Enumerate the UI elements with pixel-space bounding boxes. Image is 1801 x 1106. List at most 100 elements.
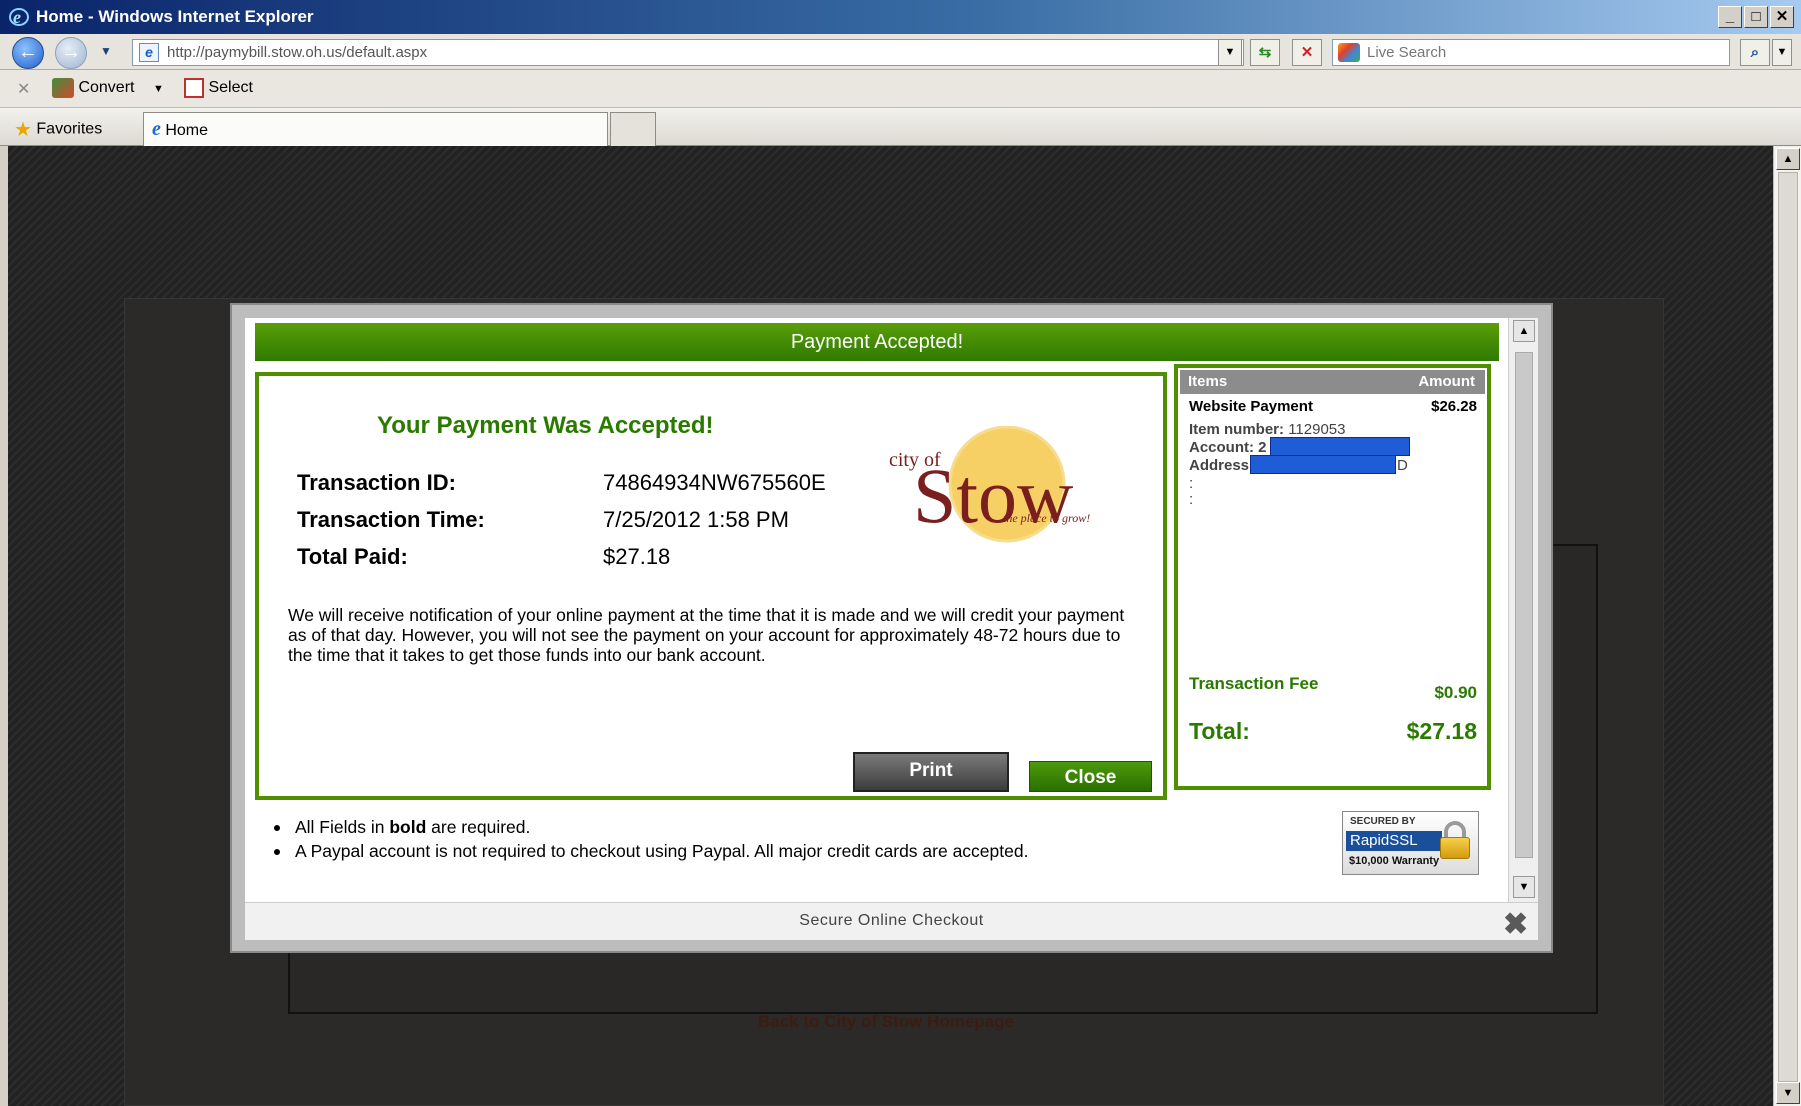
item-name: Website Payment <box>1189 398 1313 415</box>
item-number-label: Item number: <box>1189 421 1285 438</box>
list-item: A Paypal account is not required to chec… <box>265 839 1028 863</box>
favorites-bar: ★ Favorites e Home <box>0 108 1801 146</box>
url-dropdown-button[interactable]: ▼ <box>1218 39 1242 66</box>
print-button[interactable]: Print <box>853 752 1009 792</box>
lock-icon <box>1438 821 1474 859</box>
logo-stow: Stow <box>913 452 1073 539</box>
stop-button[interactable]: ✕ <box>1292 39 1322 66</box>
rapidssl-badge[interactable]: SECURED BY RapidSSL $10,000 Warranty <box>1342 811 1479 875</box>
refresh-button[interactable]: ⇆ <box>1250 39 1280 66</box>
select-button[interactable]: Select <box>184 78 253 98</box>
forward-button[interactable]: → <box>55 37 87 69</box>
url-text: http://paymybill.stow.oh.us/default.aspx <box>167 44 428 61</box>
search-button[interactable]: ⌕ <box>1740 39 1770 66</box>
stop-icon: ✕ <box>1300 44 1314 61</box>
search-placeholder: Live Search <box>1367 44 1447 61</box>
city-of-stow-logo: city of Stow the place to grow! <box>889 426 1090 543</box>
payment-notice: We will receive notification of your onl… <box>288 605 1125 665</box>
order-summary-panel: Items Amount Website Payment $26.28 Item… <box>1174 364 1491 790</box>
total-amount: $27.18 <box>1406 718 1477 744</box>
search-options-button[interactable]: ▼ <box>1772 39 1792 66</box>
col-items: Items <box>1188 373 1228 390</box>
modal-scroll-down[interactable]: ▼ <box>1513 876 1535 898</box>
transaction-id-value: 74864934NW675560E <box>603 470 826 495</box>
convert-icon <box>52 78 74 98</box>
footer-text: Secure Online Checkout <box>799 912 984 929</box>
back-arrow-icon: ← <box>18 41 38 63</box>
address-suffix: D <box>1397 457 1408 474</box>
bullet-2: A Paypal account is not required to chec… <box>295 841 1029 861</box>
scroll-down-button[interactable]: ▼ <box>1776 1082 1800 1104</box>
bullet-1-post: are required. <box>426 817 531 837</box>
bullet-1-pre: All Fields in <box>295 817 390 837</box>
close-x-icon[interactable]: ✕ <box>17 79 30 99</box>
close-window-button[interactable]: ✕ <box>1770 6 1794 28</box>
transaction-time-label: Transaction Time: <box>297 507 485 532</box>
history-dropdown-icon[interactable]: ▼ <box>100 44 112 58</box>
convert-dropdown-icon[interactable]: ▼ <box>153 83 164 95</box>
item-number-row: Item number: 1129053 <box>1189 421 1345 438</box>
favorites-star-icon: ★ <box>14 119 32 141</box>
transaction-time-value: 7/25/2012 1:58 PM <box>603 507 789 532</box>
ssl-warranty: $10,000 Warranty <box>1349 855 1440 867</box>
search-input[interactable]: Live Search <box>1332 39 1730 66</box>
account-label: Account: 2 <box>1189 439 1267 456</box>
back-button[interactable]: ← <box>12 37 44 69</box>
scroll-thumb[interactable] <box>1778 172 1798 1082</box>
window-title: Home - Windows Internet Explorer <box>36 7 314 26</box>
logo-tagline: the place to grow! <box>1003 511 1090 525</box>
convert-button[interactable]: Convert ▼ <box>52 78 164 98</box>
scroll-up-button[interactable]: ▲ <box>1776 148 1800 170</box>
back-to-homepage-link[interactable]: Back to City of Stow Homepage <box>758 1012 1014 1032</box>
total-label: Total: <box>1189 718 1250 744</box>
summary-header: Items Amount <box>1180 370 1485 394</box>
transaction-id-label: Transaction ID: <box>297 470 456 495</box>
maximize-button[interactable]: □ <box>1744 6 1768 28</box>
page-scrollbar[interactable]: ▲ ▼ <box>1773 146 1801 1106</box>
ssl-secured-by: SECURED BY <box>1350 816 1416 827</box>
address-redaction <box>1250 455 1396 474</box>
col-amount: Amount <box>1418 373 1475 390</box>
new-tab-button[interactable] <box>610 112 656 146</box>
url-field[interactable]: e http://paymybill.stow.oh.us/default.as… <box>132 39 1244 66</box>
favorites-button[interactable]: ★ Favorites <box>14 117 102 142</box>
minimize-button[interactable]: _ <box>1718 6 1742 28</box>
account-redaction <box>1270 437 1410 456</box>
payment-modal: Payment Accepted! Your Payment Was Accep… <box>230 303 1553 953</box>
close-button[interactable]: Close <box>1029 761 1152 792</box>
tab-ie-icon: e <box>152 118 161 140</box>
modal-content: Payment Accepted! Your Payment Was Accep… <box>245 318 1538 942</box>
item-number-value: 1129053 <box>1288 421 1346 438</box>
select-icon <box>184 78 204 98</box>
ssl-brand: RapidSSL <box>1346 831 1442 851</box>
ie-logo-icon: e <box>9 7 29 27</box>
modal-close-icon[interactable]: ✖ <box>1503 907 1528 942</box>
receipt-title: Your Payment Was Accepted! <box>377 412 714 439</box>
transaction-fee-amount: $0.90 <box>1434 683 1477 702</box>
total-paid-value: $27.18 <box>603 544 671 569</box>
total-paid-label: Total Paid: <box>297 544 408 569</box>
svg-text:e: e <box>13 7 21 27</box>
convert-label: Convert <box>78 79 135 97</box>
address-label: Address <box>1189 457 1250 474</box>
address-line-2: : <box>1189 475 1194 492</box>
modal-scroll-thumb[interactable] <box>1515 352 1533 858</box>
favorites-label: Favorites <box>36 120 103 138</box>
transaction-fee-label: Transaction Fee <box>1189 674 1319 693</box>
item-amount: $26.28 <box>1431 398 1477 415</box>
modal-scroll-up[interactable]: ▲ <box>1513 320 1535 342</box>
forward-arrow-icon: → <box>61 41 81 63</box>
modal-footer: Secure Online Checkout ✖ <box>245 902 1538 942</box>
search-icon: ⌕ <box>1750 44 1760 61</box>
live-search-icon <box>1338 43 1360 62</box>
tab-home-label: Home <box>165 122 209 139</box>
bullet-1-bold: bold <box>389 817 427 837</box>
tab-home[interactable]: e Home <box>143 112 608 146</box>
modal-scrollbar[interactable]: ▲ ▼ <box>1508 318 1538 902</box>
refresh-icon: ⇆ <box>1258 44 1272 61</box>
checkout-notes: All Fields in bold are required. A Paypa… <box>265 815 1028 863</box>
receipt-panel: Your Payment Was Accepted! Transaction I… <box>255 372 1167 800</box>
address-toolbar: ← → ▼ e http://paymybill.stow.oh.us/defa… <box>0 34 1801 70</box>
page-icon: e <box>139 43 159 62</box>
select-label: Select <box>208 79 253 97</box>
